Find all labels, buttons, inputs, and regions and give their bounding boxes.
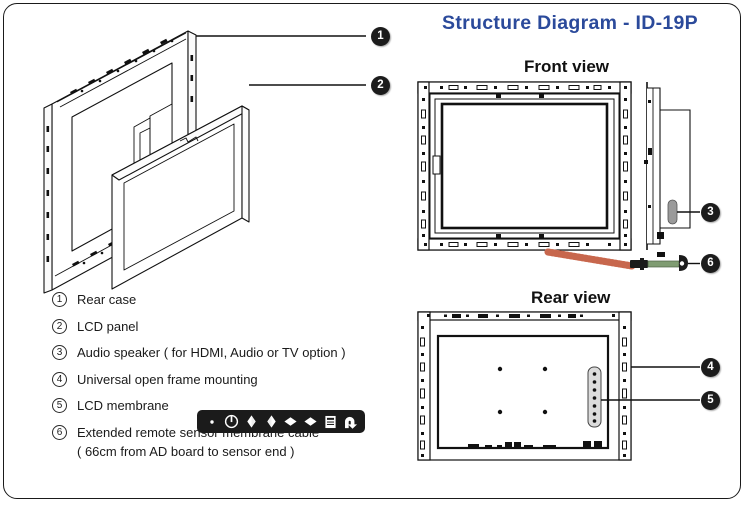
legend-item-open-frame-mounting: 4 Universal open frame mounting: [52, 370, 402, 389]
legend-label-rear-case: Rear case: [77, 292, 137, 307]
menu-icon[interactable]: [322, 413, 338, 430]
arrow-down-icon[interactable]: [263, 413, 279, 430]
legend-item-lcd-panel: 2 LCD panel: [52, 317, 402, 336]
exploded-isometric-view: [43, 30, 366, 294]
legend-sublabel-remote-sensor-cable: ( 66cm from AD board to sensor end ): [77, 443, 295, 459]
arrow-right-icon[interactable]: [303, 413, 319, 430]
callout-6[interactable]: 6: [701, 254, 720, 273]
legend-list: 1 Rear case 2 LCD panel 3 Audio speaker …: [52, 290, 402, 468]
legend-label-lcd-membrane: LCD membrane: [77, 398, 169, 413]
front-view-drawing: [417, 81, 700, 257]
rear-view-drawing: [417, 311, 700, 461]
arrow-left-icon[interactable]: [283, 413, 299, 430]
legend-item-audio-speaker: 3 Audio speaker ( for HDMI, Audio or TV …: [52, 343, 402, 362]
legend-number-5: 5: [52, 398, 67, 413]
led-indicator-icon: [204, 413, 220, 430]
legend-number-1: 1: [52, 292, 67, 307]
arrow-up-icon[interactable]: [243, 413, 259, 430]
side-profile-view: [644, 82, 691, 257]
return-exit-icon[interactable]: [342, 413, 358, 430]
legend-label-audio-speaker: Audio speaker ( for HDMI, Audio or TV op…: [77, 345, 346, 360]
structure-diagram-page: Structure Diagram - ID-19P Front view Re…: [0, 0, 747, 505]
legend-number-2: 2: [52, 318, 67, 334]
power-icon[interactable]: [224, 413, 240, 430]
legend-number-3: 3: [52, 345, 67, 360]
remote-sensor-cable-drawing: [544, 248, 700, 271]
callout-2[interactable]: 2: [371, 76, 390, 95]
legend-label-open-frame-mounting: Universal open frame mounting: [77, 371, 258, 387]
legend-label-lcd-panel: LCD panel: [77, 318, 139, 334]
callout-1[interactable]: 1: [371, 27, 390, 46]
audio-speaker-rear: [587, 366, 602, 428]
callout-3[interactable]: 3: [701, 203, 720, 222]
lcd-membrane-keypad[interactable]: [197, 410, 365, 433]
callout-5[interactable]: 5: [701, 391, 720, 410]
legend-number-6: 6: [52, 424, 67, 440]
legend-number-4: 4: [52, 371, 67, 387]
legend-item-rear-case: 1 Rear case: [52, 290, 402, 309]
callout-4[interactable]: 4: [701, 358, 720, 377]
